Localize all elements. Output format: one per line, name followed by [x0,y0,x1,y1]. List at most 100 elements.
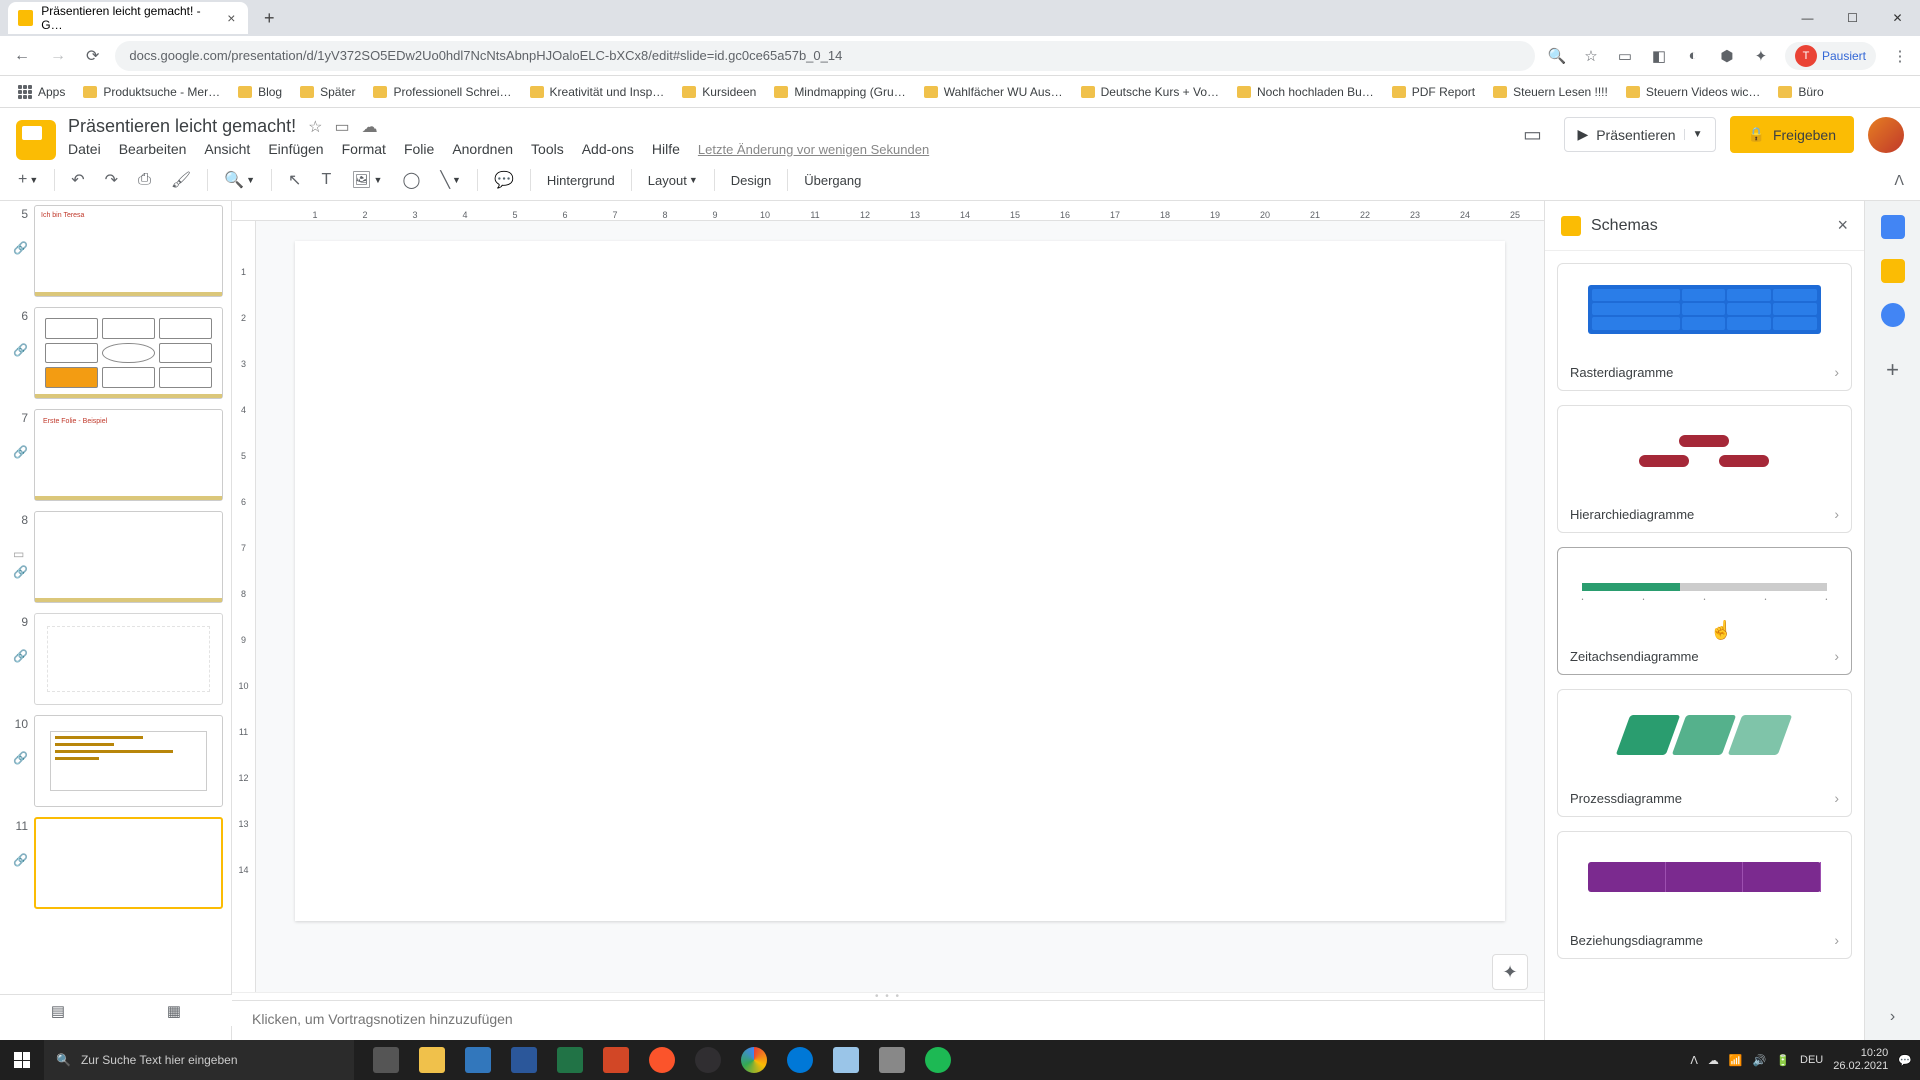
menu-insert[interactable]: Einfügen [268,141,323,157]
menu-format[interactable]: Format [342,141,386,157]
collapse-toolbar-icon[interactable]: ᐱ [1888,166,1910,195]
menu-edit[interactable]: Bearbeiten [119,141,187,157]
tasks-icon[interactable] [1881,303,1905,327]
battery-icon[interactable]: 🔋 [1776,1054,1790,1067]
excel-icon[interactable] [548,1040,592,1080]
notepad-icon[interactable] [824,1040,868,1080]
hide-rail-icon[interactable]: › [1890,1008,1895,1026]
thumb[interactable] [34,307,223,399]
new-tab-button[interactable]: + [256,8,283,29]
language-indicator[interactable]: DEU [1800,1054,1823,1066]
slide-thumb-6[interactable]: 6 🔗 [8,307,223,399]
apps-button[interactable]: Apps [10,81,73,103]
bookmark-star-icon[interactable]: ☆ [1581,46,1601,66]
slide-thumb-5[interactable]: 5 🔗 Ich bin Teresa [8,205,223,297]
slide-thumb-10[interactable]: 10 🔗 [8,715,223,807]
bookmark-item[interactable]: Steuern Lesen !!!! [1485,81,1616,103]
notes-drag-handle[interactable]: • • • [232,992,1544,1000]
comment-button[interactable]: 💬 [486,164,522,196]
menu-arrange[interactable]: Anordnen [452,141,513,157]
obs-icon[interactable] [686,1040,730,1080]
brave-icon[interactable] [640,1040,684,1080]
schema-card-process[interactable]: Prozessdiagramme› [1557,689,1852,817]
bookmark-item[interactable]: Produktsuche - Mer… [75,81,228,103]
explore-button[interactable]: ✦ [1492,954,1528,990]
menu-slide[interactable]: Folie [404,141,434,157]
bookmark-item[interactable]: Blog [230,81,290,103]
tray-chevron-icon[interactable]: ᐱ [1690,1054,1698,1067]
menu-tools[interactable]: Tools [531,141,564,157]
close-window-button[interactable]: ✕ [1875,3,1920,33]
bookmark-item[interactable]: Büro [1770,81,1831,103]
thumb[interactable] [34,613,223,705]
doc-title[interactable]: Präsentieren leicht gemacht! [68,116,296,137]
browser-tab[interactable]: Präsentieren leicht gemacht! - G… × [8,2,248,34]
thumb[interactable]: Ich bin Teresa [34,205,223,297]
reader-icon[interactable]: ▭ [1615,46,1635,66]
last-edit-label[interactable]: Letzte Änderung vor wenigen Sekunden [698,142,929,157]
tab-close-icon[interactable]: × [225,11,238,25]
url-input[interactable]: docs.google.com/presentation/d/1yV372SO5… [115,41,1535,71]
slide-thumb-9[interactable]: 9 🔗 [8,613,223,705]
print-button[interactable]: ⎙ [130,165,159,195]
slides-logo-icon[interactable] [16,120,56,160]
schema-card-timeline[interactable]: ••••• Zeitachsendiagramme› ☝ [1557,547,1852,675]
maximize-button[interactable]: ☐ [1830,3,1875,33]
menu-addons[interactable]: Add-ons [582,141,634,157]
select-tool[interactable]: ↖ [280,164,309,196]
grid-view-icon[interactable]: ▦ [167,1002,181,1020]
design-button[interactable]: Design [723,167,779,194]
bookmark-item[interactable]: Professionell Schrei… [365,81,519,103]
keep-icon[interactable] [1881,259,1905,283]
minimize-button[interactable]: — [1785,3,1830,33]
line-tool[interactable]: ╲▼ [432,164,469,196]
volume-icon[interactable]: 🔊 [1753,1054,1767,1067]
extension-badge-icon[interactable]: ◧ [1649,46,1669,66]
zoom-fit-button[interactable]: 🔍▼ [216,164,263,196]
taskbar-search[interactable]: 🔍 Zur Suche Text hier eingeben [44,1040,354,1080]
thumb[interactable]: Erste Folie - Beispiel [34,409,223,501]
background-button[interactable]: Hintergrund [539,167,623,194]
bookmark-item[interactable]: PDF Report [1384,81,1483,103]
bookmark-item[interactable]: Kursideen [674,81,764,103]
edge-icon[interactable] [778,1040,822,1080]
menu-help[interactable]: Hilfe [652,141,680,157]
menu-file[interactable]: Datei [68,141,101,157]
translate-icon[interactable]: ◐ [1683,46,1703,66]
thumb[interactable] [34,511,223,603]
chrome-icon[interactable] [732,1040,776,1080]
comments-button[interactable]: ▭ [1514,117,1550,153]
onedrive-icon[interactable]: ☁ [1708,1054,1719,1067]
clock[interactable]: 10:20 26.02.2021 [1833,1047,1888,1073]
menu-view[interactable]: Ansicht [204,141,250,157]
schema-card-hierarchy[interactable]: Hierarchiediagramme› [1557,405,1852,533]
wifi-icon[interactable]: 📶 [1729,1054,1743,1067]
task-view-icon[interactable] [364,1040,408,1080]
slide-thumb-7[interactable]: 7 🔗 Erste Folie - Beispiel [8,409,223,501]
forward-button[interactable]: → [46,43,70,69]
chrome-menu-icon[interactable]: ⋮ [1890,46,1910,66]
profile-chip[interactable]: T Pausiert [1785,42,1876,70]
present-dropdown-icon[interactable]: ▼ [1684,129,1703,140]
start-button[interactable] [0,1040,44,1080]
schema-card-raster[interactable]: Rasterdiagramme› [1557,263,1852,391]
notification-icon[interactable]: 💬 [1898,1054,1912,1067]
reload-button[interactable]: ⟳ [82,42,103,70]
bookmark-item[interactable]: Wahlfächer WU Aus… [916,81,1071,103]
word-icon[interactable] [502,1040,546,1080]
slide-canvas-area[interactable] [256,221,1544,992]
new-slide-button[interactable]: +▼ [10,165,46,195]
share-button[interactable]: 🔒 Freigeben [1730,116,1854,153]
bookmark-item[interactable]: Deutsche Kurs + Vo… [1073,81,1227,103]
thumb[interactable] [34,817,223,909]
shape-tool[interactable]: ◯ [394,164,428,196]
thumb[interactable] [34,715,223,807]
powerpoint-icon[interactable] [594,1040,638,1080]
bookmark-item[interactable]: Noch hochladen Bu… [1229,81,1382,103]
layout-button[interactable]: Layout ▼ [640,167,706,194]
app-icon[interactable] [870,1040,914,1080]
calendar-icon[interactable] [1881,215,1905,239]
extension-icon[interactable]: ⬢ [1717,46,1737,66]
user-avatar[interactable] [1868,117,1904,153]
slide-thumb-8[interactable]: 8 ▭🔗 [8,511,223,603]
